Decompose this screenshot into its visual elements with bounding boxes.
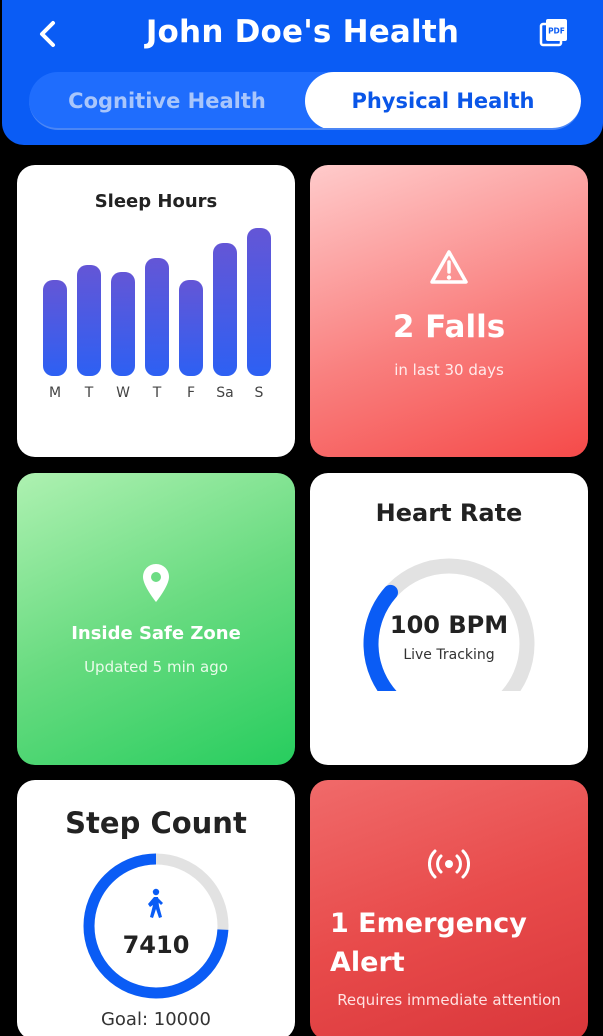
pdf-export-icon: PDF [539, 19, 567, 47]
heart-rate-status: Live Tracking [403, 647, 495, 663]
sleep-bar-label: F [186, 385, 196, 401]
safe-zone-status: Inside Safe Zone [71, 623, 241, 644]
heart-rate-title: Heart Rate [375, 499, 523, 527]
broadcast-signal-icon [428, 849, 470, 879]
sleep-bar-column: T [145, 225, 169, 405]
sleep-bar-column: S [247, 225, 271, 405]
sleep-hours-card[interactable]: Sleep Hours M T W T F Sa S [17, 165, 295, 457]
sleep-bar [145, 257, 169, 376]
health-tabs: Cognitive Health Physical Health [29, 72, 581, 130]
heart-rate-value: 100 BPM [389, 611, 509, 639]
sleep-bar-label: W [116, 385, 130, 401]
sleep-bar-column: W [111, 225, 135, 405]
sleep-hours-chart: M T W T F Sa S [39, 225, 279, 457]
walking-person-icon [148, 888, 163, 918]
sleep-bar-column: F [179, 225, 203, 405]
heart-rate-card[interactable]: Heart Rate 100 BPM Live Tracking [310, 473, 588, 765]
emergency-alert-card[interactable]: 1 Emergency Alert Requires immediate att… [310, 780, 588, 1036]
sleep-bar-column: Sa [213, 225, 237, 405]
sleep-bar [111, 272, 135, 376]
step-count-value: 7410 [122, 931, 190, 959]
pdf-export-button[interactable]: PDF [537, 16, 569, 50]
sleep-bar-label: T [152, 385, 162, 401]
sleep-bar-column: M [43, 225, 67, 405]
sleep-bar [247, 228, 271, 376]
falls-card[interactable]: 2 Falls in last 30 days [310, 165, 588, 457]
sleep-hours-title: Sleep Hours [94, 191, 218, 212]
page-title: John Doe's Health [145, 14, 460, 50]
tab-physical-health[interactable]: Physical Health [305, 72, 581, 128]
sleep-bar-column: T [77, 225, 101, 405]
falls-count: 2 Falls [392, 309, 506, 345]
safe-zone-card[interactable]: Inside Safe Zone Updated 5 min ago [17, 473, 295, 765]
sleep-bar [213, 242, 237, 376]
step-progress-ring [83, 853, 229, 999]
tab-cognitive-health[interactable]: Cognitive Health [29, 72, 305, 128]
sleep-bar-label: S [254, 385, 264, 401]
app-header: John Doe's Health PDF Cognitive Health P… [2, 0, 603, 145]
svg-text:PDF: PDF [548, 27, 565, 36]
step-count-title: Step Count [65, 806, 247, 840]
sleep-bar-label: T [84, 385, 94, 401]
safe-zone-updated: Updated 5 min ago [84, 658, 228, 676]
warning-triangle-icon [430, 250, 468, 284]
sleep-bar-label: M [48, 385, 62, 401]
location-pin-icon [143, 564, 169, 602]
step-count-card[interactable]: Step Count 7410 Goal: 10000 [17, 780, 295, 1036]
sleep-bar [179, 279, 203, 376]
emergency-alert-count: 1 Emergency Alert [330, 908, 527, 978]
emergency-alert-note: Requires immediate attention [337, 991, 561, 1009]
step-goal: Goal: 10000 [100, 1009, 212, 1030]
sleep-bar [43, 279, 67, 376]
sleep-bar-label: Sa [216, 385, 234, 401]
falls-period: in last 30 days [394, 361, 504, 379]
sleep-bar [77, 265, 101, 376]
